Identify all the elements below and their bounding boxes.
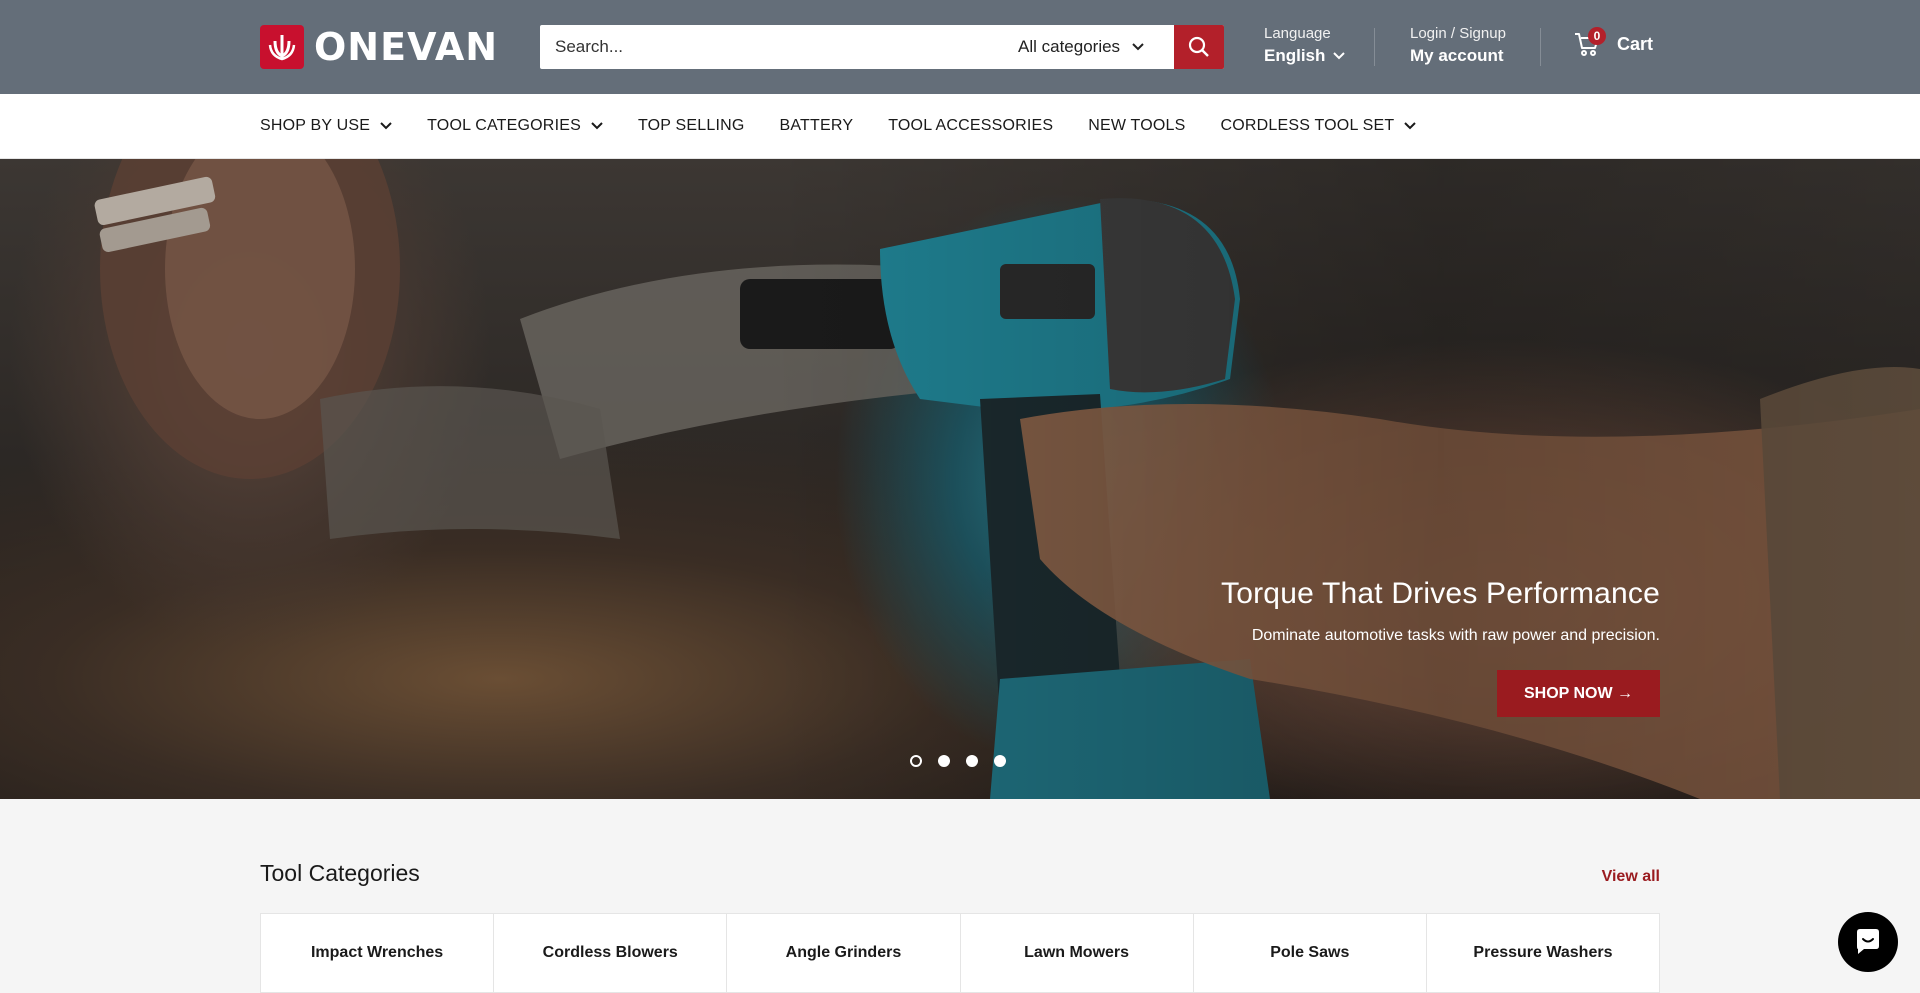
category-item-impact-wrenches[interactable]: Impact Wrenches bbox=[261, 914, 495, 992]
nav-item-label: CORDLESS TOOL SET bbox=[1220, 117, 1395, 134]
nav-item-new-tools[interactable]: NEW TOOLS bbox=[1088, 117, 1185, 135]
carousel-dot-2[interactable] bbox=[938, 755, 950, 767]
hero-subtitle: Dominate automotive tasks with raw power… bbox=[1251, 627, 1660, 644]
cart-icon: 0 bbox=[1573, 27, 1606, 58]
category-item-cordless-blowers[interactable]: Cordless Blowers bbox=[494, 914, 728, 992]
main-nav: SHOP BY USE TOOL CATEGORIES TOP SELLING … bbox=[0, 94, 1920, 159]
header-divider bbox=[1540, 28, 1541, 66]
shop-now-button[interactable]: SHOP NOW → bbox=[1497, 670, 1660, 717]
nav-item-label: SHOP BY USE bbox=[260, 117, 371, 134]
hero-title: Torque That Drives Performance bbox=[1221, 577, 1660, 610]
chevron-down-icon bbox=[591, 122, 603, 130]
chevron-down-icon bbox=[380, 122, 392, 130]
category-list: Impact Wrenches Cordless Blowers Angle G… bbox=[260, 913, 1660, 993]
cart-count-badge: 0 bbox=[1588, 27, 1606, 45]
search-button[interactable] bbox=[1174, 25, 1224, 69]
logo-text: ONEVAN bbox=[314, 25, 499, 69]
carousel-dot-3[interactable] bbox=[966, 755, 978, 767]
search-input[interactable] bbox=[540, 25, 1000, 69]
search-category-select[interactable]: All categories bbox=[1000, 25, 1174, 69]
cart-button[interactable]: 0 Cart bbox=[1573, 27, 1654, 58]
category-item-pole-saws[interactable]: Pole Saws bbox=[1194, 914, 1427, 992]
nav-item-tool-categories[interactable]: TOOL CATEGORIES bbox=[427, 117, 603, 135]
search-icon bbox=[1188, 36, 1209, 57]
nav-item-battery[interactable]: BATTERY bbox=[780, 117, 854, 135]
language-selector[interactable]: Language English bbox=[1264, 24, 1346, 68]
account-link[interactable]: Login / Signup My account bbox=[1410, 24, 1506, 68]
nav-item-label: TOP SELLING bbox=[637, 117, 745, 134]
carousel-dots bbox=[910, 755, 1006, 767]
chat-button[interactable] bbox=[1838, 912, 1898, 972]
chevron-down-icon bbox=[1333, 52, 1346, 60]
hero-banner: Torque That Drives Performance Dominate … bbox=[0, 159, 1920, 799]
search-bar: All categories bbox=[540, 25, 1224, 69]
category-item-lawn-mowers[interactable]: Lawn Mowers bbox=[961, 914, 1194, 992]
account-value: My account bbox=[1410, 46, 1504, 65]
nav-item-cordless-tool-set[interactable]: CORDLESS TOOL SET bbox=[1220, 117, 1417, 135]
nav-item-label: NEW TOOLS bbox=[1088, 117, 1186, 134]
nav-item-top-selling[interactable]: TOP SELLING bbox=[638, 117, 745, 135]
account-label: Login / Signup bbox=[1410, 25, 1506, 42]
carousel-dot-4[interactable] bbox=[994, 755, 1006, 767]
site-header: ONEVAN All categories Language English L… bbox=[0, 0, 1920, 94]
category-item-pressure-washers[interactable]: Pressure Washers bbox=[1427, 914, 1659, 992]
nav-item-label: TOOL ACCESSORIES bbox=[888, 117, 1054, 134]
nav-item-label: TOOL CATEGORIES bbox=[427, 117, 581, 134]
chevron-down-icon bbox=[1132, 43, 1144, 51]
view-all-link[interactable]: View all bbox=[1602, 868, 1660, 886]
header-divider bbox=[1374, 28, 1375, 66]
tool-categories-section: Tool Categories View all Impact Wrenches… bbox=[260, 860, 1660, 993]
chat-icon bbox=[1857, 929, 1879, 954]
carousel-dot-1[interactable] bbox=[910, 755, 922, 767]
chevron-down-icon bbox=[1404, 122, 1417, 130]
logo[interactable]: ONEVAN bbox=[260, 25, 498, 69]
search-category-label: All categories bbox=[1018, 37, 1121, 56]
nav-item-tool-accessories[interactable]: TOOL ACCESSORIES bbox=[888, 117, 1053, 135]
section-title: Tool Categories bbox=[260, 860, 420, 886]
nav-item-label: BATTERY bbox=[779, 117, 854, 134]
logo-mark-icon bbox=[260, 25, 304, 69]
cart-label: Cart bbox=[1617, 33, 1654, 54]
nav-item-shop-by-use[interactable]: SHOP BY USE bbox=[260, 117, 392, 135]
category-item-angle-grinders[interactable]: Angle Grinders bbox=[727, 914, 961, 992]
language-value: English bbox=[1264, 46, 1326, 65]
language-label: Language bbox=[1264, 25, 1331, 42]
